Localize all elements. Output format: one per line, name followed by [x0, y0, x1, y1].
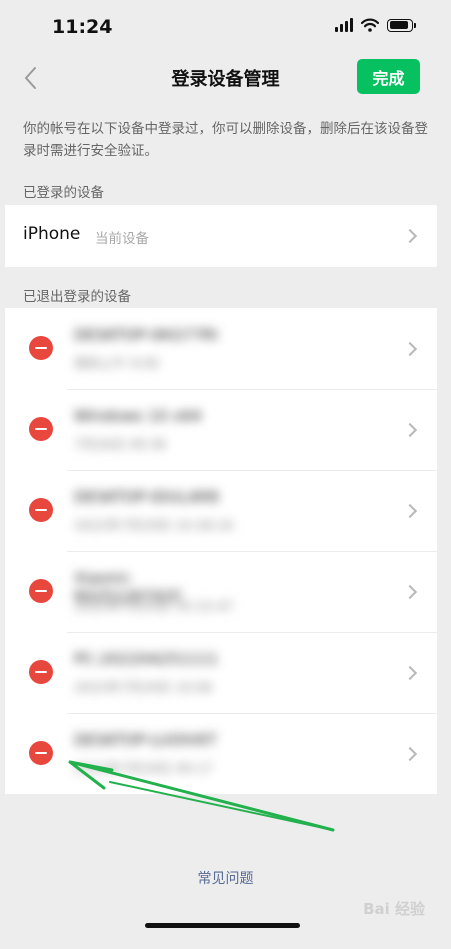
blurred-device-info: Xiaomi-6025126742C 2022年7月29日 10:15:47: [68, 561, 240, 623]
device-time: 2022年7月29日 10:28:16: [74, 519, 234, 534]
remove-circle-icon[interactable]: [29, 660, 53, 684]
device-row[interactable]: PC-202204251111 2022年7月29日 10:06: [5, 632, 437, 713]
chevron-right-icon: [402, 422, 418, 438]
device-name: DESKTOP-LUOIV6T: [74, 731, 217, 749]
device-row[interactable]: DESKTOP-0KG77RI 周四上午 9:00: [5, 308, 437, 389]
blurred-device-info: PC-202204251111 2022年7月29日 10:06: [68, 642, 240, 704]
chevron-right-icon: [402, 665, 418, 681]
device-name: PC-202204251111: [74, 650, 219, 668]
device-row[interactable]: Xiaomi-6025126742C 2022年7月29日 10:15:47: [5, 551, 437, 632]
current-device-row[interactable]: iPhone 当前设备: [5, 205, 437, 267]
device-time: 2022年7月29日 10:06: [74, 681, 213, 696]
remove-circle-icon[interactable]: [29, 579, 53, 603]
battery-icon: [387, 18, 416, 32]
description-text: 你的帐号在以下设备中登录过，你可以删除设备，删除后在该设备登录时需进行安全验证。: [23, 121, 428, 159]
device-row[interactable]: DESKTOP-IDULAR8 2022年7月29日 10:28:16: [5, 470, 437, 551]
remove-circle-icon[interactable]: [29, 336, 53, 360]
chevron-right-icon: [402, 503, 418, 519]
device-time: 2022年7月29日 09:17: [74, 762, 213, 777]
device-row[interactable]: Windows 10 x64 7月26日 09:36: [5, 389, 437, 470]
current-device-name: iPhone: [23, 224, 81, 244]
blurred-device-info: DESKTOP-IDULAR8 2022年7月29日 10:28:16: [68, 480, 240, 542]
signal-icon: [335, 18, 353, 32]
remove-circle-icon[interactable]: [29, 741, 53, 765]
logged-in-card: iPhone 当前设备: [5, 205, 437, 267]
status-time: 11:24: [52, 16, 113, 38]
device-time: 7月26日 09:36: [74, 438, 167, 453]
logged-out-card: DESKTOP-0KG77RI 周四上午 9:00 Windows 10 x64…: [5, 308, 437, 794]
chevron-right-icon: [402, 584, 418, 600]
blurred-device-info: DESKTOP-0KG77RI 周四上午 9:00: [68, 318, 240, 380]
remove-circle-icon[interactable]: [29, 417, 53, 441]
wifi-icon: [361, 18, 379, 32]
blurred-device-info: DESKTOP-LUOIV6T 2022年7月29日 09:17: [68, 723, 240, 785]
status-bar: 11:24: [0, 0, 451, 56]
nav-bar: 登录设备管理 完成: [0, 56, 451, 100]
status-icons: [335, 18, 416, 32]
device-name: Windows 10 x64: [74, 407, 202, 425]
watermark: Bai 经验: [363, 900, 425, 918]
device-name: DESKTOP-0KG77RI: [74, 326, 218, 344]
battery-level: [389, 21, 409, 29]
blurred-device-info: Windows 10 x64 7月26日 09:36: [68, 399, 240, 461]
remove-circle-icon[interactable]: [29, 498, 53, 522]
logged-out-header: 已退出登录的设备: [23, 289, 131, 305]
current-device-tag: 当前设备: [95, 231, 149, 247]
device-name: DESKTOP-IDULAR8: [74, 488, 219, 506]
device-time: 周四上午 9:00: [74, 357, 160, 372]
device-time: 2022年7月29日 10:15:47: [74, 600, 234, 615]
chevron-right-icon: [402, 228, 418, 244]
home-indicator: [145, 923, 300, 928]
faq-link[interactable]: 常见问题: [0, 868, 451, 888]
chevron-right-icon: [402, 746, 418, 762]
chevron-right-icon: [402, 341, 418, 357]
logged-in-header: 已登录的设备: [23, 185, 104, 201]
device-row[interactable]: DESKTOP-LUOIV6T 2022年7月29日 09:17: [5, 713, 437, 794]
done-button[interactable]: 完成: [357, 59, 420, 94]
